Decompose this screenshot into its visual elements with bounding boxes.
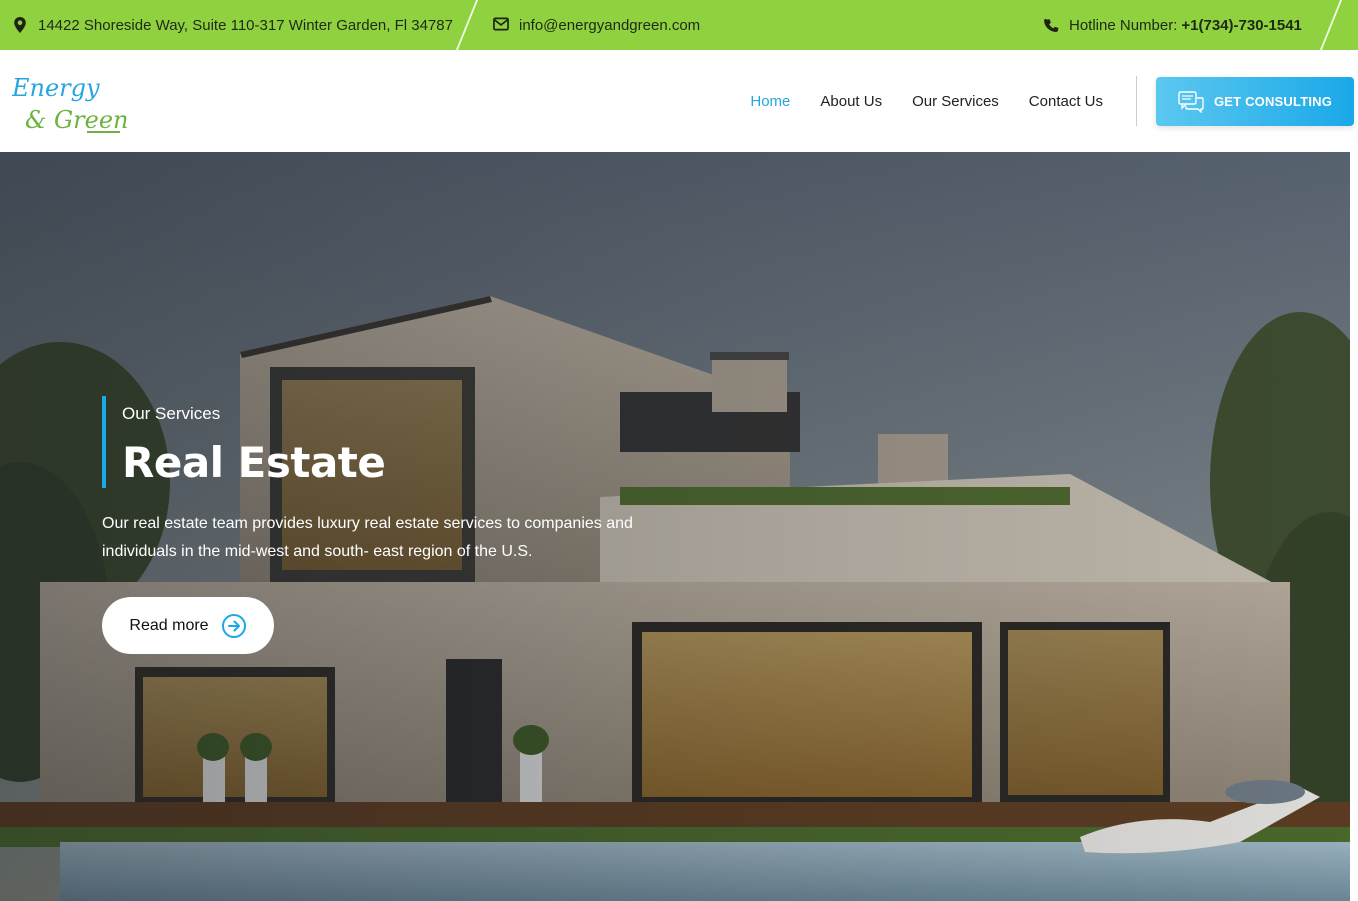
nav-home[interactable]: Home [750, 93, 790, 110]
page-edge-strip [1350, 152, 1358, 901]
hotline-number[interactable]: +1(734)-730-1541 [1181, 17, 1302, 34]
nav-about-us[interactable]: About Us [820, 93, 882, 110]
accent-bar [102, 396, 106, 488]
chat-bubbles-icon [1178, 90, 1204, 113]
hotline-label: Hotline Number: [1069, 16, 1178, 34]
map-pin-icon [12, 17, 28, 33]
email-link[interactable]: info@energyandgreen.com [519, 17, 700, 34]
divider-slash [1319, 0, 1343, 50]
site-header: Energy & Green Home About Us Our Service… [0, 50, 1358, 152]
main-nav: Home About Us Our Services Contact Us [750, 50, 1103, 152]
hotline-item[interactable]: Hotline Number: +1(734)-730-1541 [1043, 0, 1302, 50]
address-item: 14422 Shoreside Way, Suite 110-317 Winte… [12, 0, 453, 50]
hero-slider: Our Services Real Estate Our real estate… [0, 152, 1350, 901]
read-more-button[interactable]: Read more [102, 597, 274, 654]
get-consulting-button[interactable]: GET CONSULTING [1156, 77, 1354, 126]
get-consulting-label: GET CONSULTING [1213, 94, 1333, 109]
logo-line-2: & Green [25, 106, 127, 134]
top-contact-bar: 14422 Shoreside Way, Suite 110-317 Winte… [0, 0, 1358, 50]
arrow-right-circle-icon [221, 613, 247, 639]
hero-title: Real Estate [122, 438, 386, 487]
site-logo[interactable]: Energy & Green [11, 66, 129, 136]
nav-our-services[interactable]: Our Services [912, 93, 999, 110]
read-more-label: Read more [129, 616, 209, 634]
hero-description: Our real estate team provides luxury rea… [102, 515, 633, 560]
hero-eyebrow: Our Services [122, 404, 221, 423]
phone-icon [1043, 17, 1059, 33]
address-text: 14422 Shoreside Way, Suite 110-317 Winte… [38, 16, 453, 34]
divider-slash [455, 0, 479, 50]
nav-contact-us[interactable]: Contact Us [1029, 93, 1103, 110]
email-item[interactable]: info@energyandgreen.com [493, 0, 700, 50]
envelope-icon [493, 17, 509, 33]
nav-divider [1136, 76, 1137, 126]
logo-line-1: Energy [12, 74, 100, 102]
